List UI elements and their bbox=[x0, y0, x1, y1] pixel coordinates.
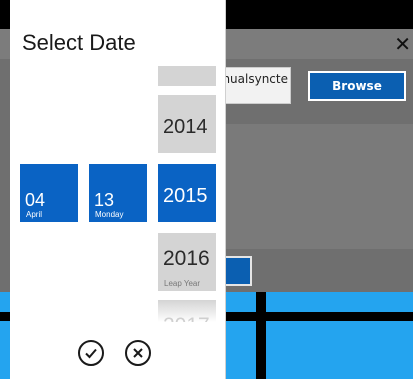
cancel-button[interactable] bbox=[125, 340, 151, 366]
start-tile[interactable] bbox=[0, 321, 10, 379]
year-option[interactable]: 2014 bbox=[158, 95, 216, 153]
close-icon[interactable]: ✕ bbox=[394, 31, 411, 57]
year-note: Leap Year bbox=[164, 279, 201, 288]
year-label: 2015 bbox=[163, 185, 208, 207]
year-option[interactable]: 2016 Leap Year bbox=[158, 233, 216, 291]
year-option[interactable]: 2017 bbox=[158, 300, 216, 322]
path-input-value: anualsyncte bbox=[215, 72, 288, 86]
close-icon bbox=[133, 348, 143, 358]
month-number: 04 bbox=[25, 190, 46, 210]
start-tile[interactable] bbox=[0, 292, 10, 312]
year-label: 2016 bbox=[163, 247, 210, 270]
day-number: 13 bbox=[94, 190, 115, 210]
start-tile[interactable] bbox=[226, 292, 256, 312]
day-selector[interactable]: 13 Monday bbox=[89, 164, 147, 222]
start-tile[interactable] bbox=[266, 292, 413, 312]
start-tile[interactable] bbox=[226, 321, 256, 379]
browse-button[interactable]: Browse bbox=[308, 71, 406, 101]
year-option[interactable] bbox=[158, 66, 216, 86]
year-label: 2014 bbox=[163, 116, 208, 138]
check-icon bbox=[85, 348, 97, 359]
month-selector[interactable]: 04 April bbox=[20, 164, 78, 222]
year-label: 2017 bbox=[163, 314, 210, 322]
day-weekday: Monday bbox=[95, 210, 124, 219]
flyout-title: Select Date bbox=[22, 30, 136, 55]
year-selector[interactable]: 2015 bbox=[158, 164, 216, 222]
month-name: April bbox=[26, 210, 43, 219]
accept-button[interactable] bbox=[78, 340, 104, 366]
date-picker-flyout: Select Date 04 April 13 Monday 2014 2015… bbox=[10, 0, 226, 379]
background-panel bbox=[205, 124, 413, 249]
start-tile[interactable] bbox=[266, 321, 413, 379]
